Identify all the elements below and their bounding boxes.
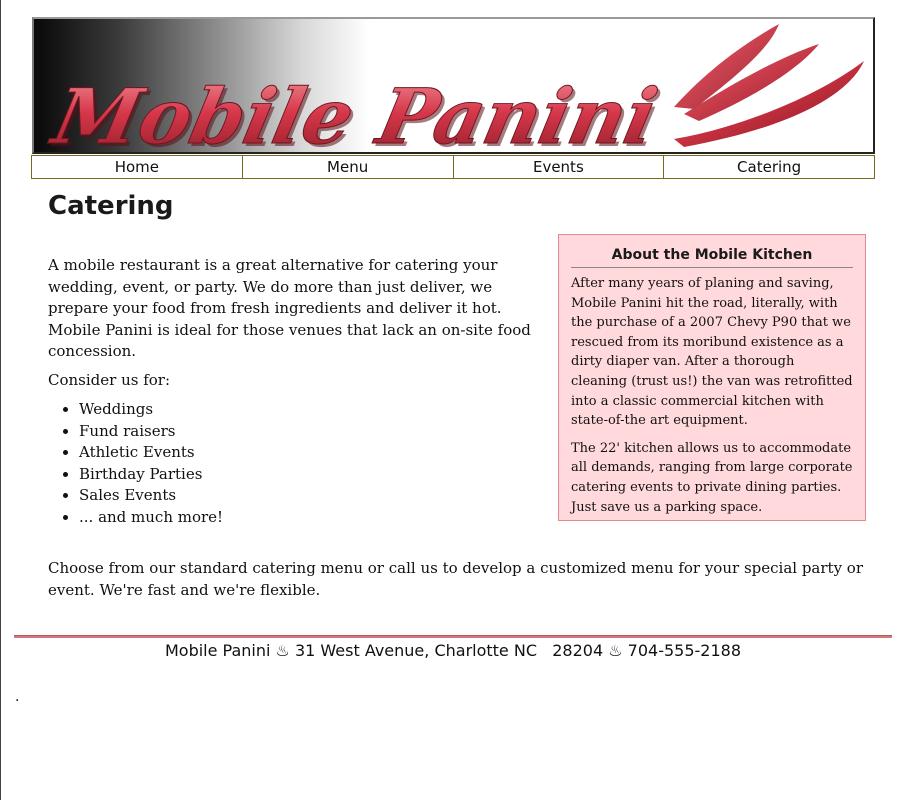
about-sidebar: About the Mobile Kitchen After many year… — [558, 234, 866, 521]
footer-divider — [14, 635, 892, 638]
nav-menu[interactable]: Menu — [241, 155, 454, 179]
list-item: Fund raisers — [79, 421, 223, 443]
main-nav: Home Menu Events Catering — [31, 155, 875, 179]
nav-events[interactable]: Events — [452, 155, 665, 179]
stray-mark: . — [15, 689, 20, 705]
sidebar-paragraph: The 22' kitchen allows us to accommodate… — [571, 440, 853, 515]
list-item: Athletic Events — [79, 442, 223, 464]
list-item: Birthday Parties — [79, 464, 223, 486]
page-edge — [0, 0, 1, 800]
closing-paragraph: Choose from our standard catering menu o… — [48, 559, 864, 599]
nav-catering[interactable]: Catering — [663, 155, 875, 179]
nav-home[interactable]: Home — [31, 155, 243, 179]
list-item: Weddings — [79, 399, 223, 421]
logo-text: Mobile Panini — [43, 73, 665, 152]
footer-contact: Mobile Panini ♨ 31 West Avenue, Charlott… — [164, 641, 742, 660]
intro-paragraph: A mobile restaurant is a great alternati… — [48, 256, 531, 360]
uses-list: Weddings Fund raisers Athletic Events Bi… — [48, 399, 223, 528]
mobile-panini-logo: Mobile Panini Mobile Panini — [42, 24, 864, 152]
sidebar-paragraph: After many years of planing and saving, … — [571, 276, 853, 429]
list-item: ... and much more! — [79, 507, 223, 529]
list-item: Sales Events — [79, 485, 223, 507]
site-banner: Mobile Panini Mobile Panini — [32, 17, 875, 154]
page-title: Catering — [48, 191, 174, 221]
consider-label: Consider us for: — [48, 371, 171, 389]
sidebar-title: About the Mobile Kitchen — [571, 245, 853, 268]
